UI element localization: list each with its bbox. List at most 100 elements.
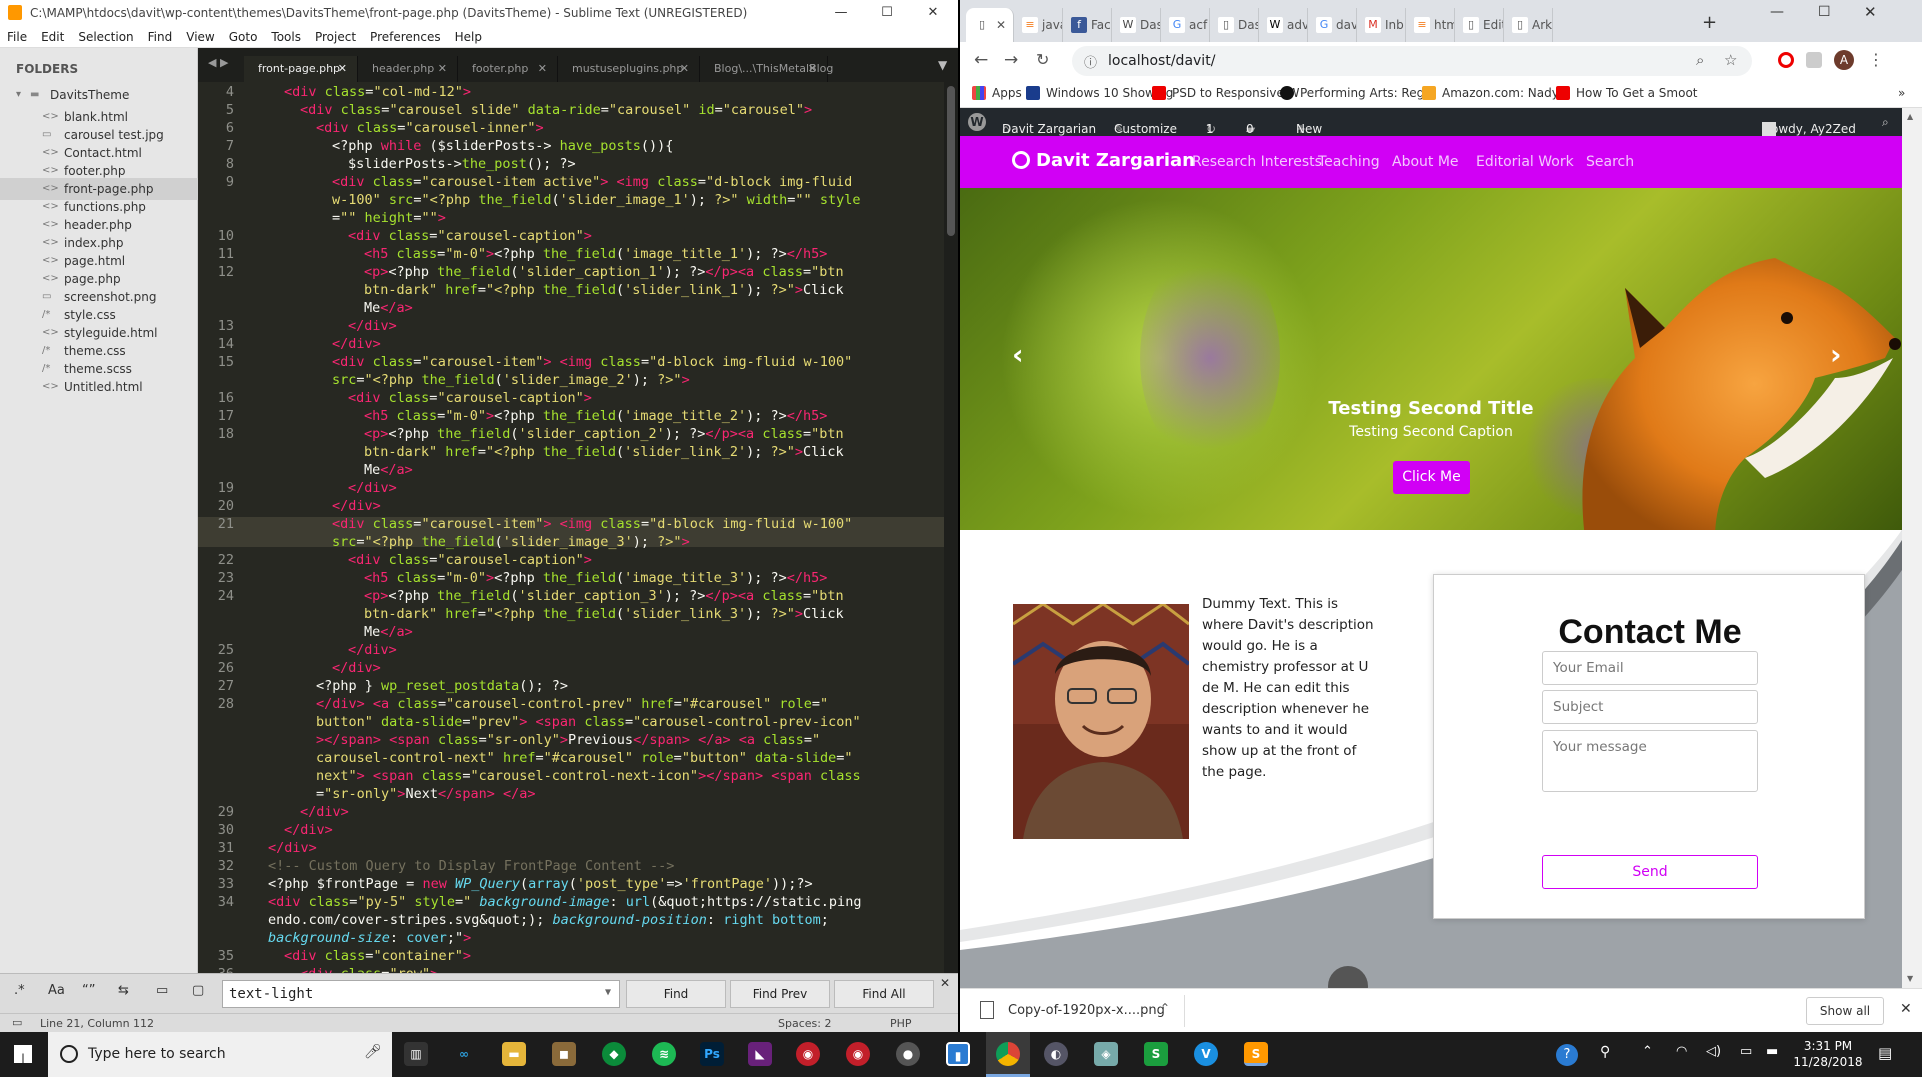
nav-research-interests[interactable]: Research Interests bbox=[1192, 154, 1322, 170]
task-view-icon[interactable]: ▥ bbox=[404, 1042, 428, 1066]
browser-tab[interactable]: f Face bbox=[1063, 8, 1112, 42]
regex-toggle-icon[interactable]: .* bbox=[14, 983, 25, 998]
new-tab-icon[interactable]: + bbox=[1702, 12, 1717, 33]
minimize-button[interactable]: — bbox=[1770, 4, 1784, 20]
close-button[interactable]: ✕ bbox=[1864, 3, 1877, 21]
menu-help[interactable]: Help bbox=[448, 26, 489, 48]
zoom-search-icon[interactable]: ⌕ bbox=[1696, 51, 1704, 69]
editor-scrollbar[interactable] bbox=[944, 82, 958, 973]
back-icon[interactable]: ← bbox=[974, 50, 988, 70]
search-icon[interactable]: ⌕ bbox=[1882, 115, 1889, 130]
close-icon[interactable]: ✕ bbox=[538, 56, 547, 82]
wordpress-icon[interactable]: W bbox=[968, 113, 986, 131]
extension-icon[interactable] bbox=[1806, 52, 1822, 68]
tray-chevron-icon[interactable]: ⌃ bbox=[1642, 1044, 1653, 1059]
wifi-icon[interactable]: ◠ bbox=[1676, 1044, 1687, 1059]
find-all-button[interactable]: Find All bbox=[834, 980, 934, 1008]
app-icon[interactable]: ▮ bbox=[946, 1042, 970, 1066]
site-brand[interactable]: Davit Zargarian bbox=[1012, 150, 1195, 171]
menu-file[interactable]: File bbox=[0, 26, 34, 48]
bookmark-star-icon[interactable]: ☆ bbox=[1724, 51, 1737, 69]
tab-front-page[interactable]: front-page.php ✕ bbox=[244, 56, 358, 82]
app-icon[interactable]: ◉ bbox=[846, 1042, 870, 1066]
address-bar[interactable]: ⓘ localhost/davit/ ⌕ ☆ bbox=[1072, 46, 1752, 76]
app-icon[interactable]: ◼ bbox=[552, 1042, 576, 1066]
help-icon[interactable]: ? bbox=[1556, 1044, 1578, 1066]
tab-header[interactable]: header.php ✕ bbox=[358, 56, 458, 82]
tab-dropdown-icon[interactable]: ▼ bbox=[938, 58, 947, 72]
page-scrollbar[interactable]: ▲ ▼ bbox=[1902, 108, 1922, 988]
close-icon[interactable]: ✕ bbox=[438, 56, 447, 82]
taskbar-search[interactable]: Type here to search 🎤︎ bbox=[48, 1032, 392, 1077]
browser-tab[interactable]: ▯ Ark bbox=[1504, 8, 1553, 42]
file-explorer-icon[interactable]: ▬ bbox=[502, 1042, 526, 1066]
carousel-prev-icon[interactable]: ‹ bbox=[1012, 338, 1024, 371]
wrap-toggle-icon[interactable]: ⇆ bbox=[118, 983, 129, 998]
nav-editorial-work[interactable]: Editorial Work bbox=[1476, 154, 1574, 170]
highlight-toggle-icon[interactable]: ▢ bbox=[192, 983, 204, 998]
menu-selection[interactable]: Selection bbox=[71, 26, 140, 48]
menu-kebab-icon[interactable]: ⋮ bbox=[1868, 50, 1884, 69]
maximize-button[interactable]: ☐ bbox=[1818, 4, 1831, 20]
chrome-taskbar-active[interactable] bbox=[986, 1032, 1030, 1077]
browser-tab[interactable]: ▯ Das bbox=[1210, 8, 1259, 42]
menu-goto[interactable]: Goto bbox=[222, 26, 265, 48]
browser-tab[interactable]: ▯ Edit bbox=[1455, 8, 1504, 42]
browser-tab[interactable]: ≡ htm bbox=[1406, 8, 1455, 42]
system-clock[interactable]: 3:31 PM 11/28/2018 bbox=[1790, 1038, 1866, 1070]
app-icon[interactable]: ◉ bbox=[796, 1042, 820, 1066]
app-icon[interactable]: S bbox=[1144, 1042, 1168, 1066]
tab-scroll-arrows-icon[interactable]: ◀ ▶ bbox=[208, 56, 228, 69]
bookmark-item[interactable]: How To Get a Smoot bbox=[1556, 86, 1698, 100]
bookmark-item[interactable]: Performing Arts: Reg bbox=[1280, 86, 1424, 100]
download-filename[interactable]: Copy-of-1920px-x....png bbox=[1008, 1003, 1165, 1018]
close-find-icon[interactable]: ✕ bbox=[940, 976, 950, 990]
sublime-taskbar-icon[interactable]: S bbox=[1244, 1042, 1268, 1066]
reload-icon[interactable]: ↻ bbox=[1036, 50, 1049, 69]
info-icon[interactable]: ⓘ bbox=[1084, 52, 1097, 71]
close-icon[interactable]: ✕ bbox=[338, 56, 347, 82]
subject-field[interactable]: Subject bbox=[1542, 690, 1758, 724]
microphone-icon[interactable]: 🎤︎ bbox=[364, 1044, 382, 1060]
browser-tab[interactable]: M Inb bbox=[1357, 8, 1406, 42]
menu-preferences[interactable]: Preferences bbox=[363, 26, 448, 48]
find-prev-button[interactable]: Find Prev bbox=[730, 980, 830, 1008]
close-icon[interactable]: ✕ bbox=[996, 18, 1006, 32]
battery-icon[interactable]: ▬ bbox=[1766, 1044, 1778, 1059]
code-editor[interactable]: 4 <div class="col-md-12"> 5 <div class="ca… bbox=[198, 82, 958, 973]
browser-tab[interactable]: ≡ java bbox=[1014, 8, 1063, 42]
forward-icon[interactable]: → bbox=[1004, 50, 1018, 70]
carousel-next-icon[interactable]: › bbox=[1830, 338, 1842, 371]
close-icon[interactable]: ✕ bbox=[808, 56, 817, 82]
profile-avatar[interactable]: A bbox=[1834, 50, 1854, 70]
browser-tab[interactable]: Gdav bbox=[1308, 8, 1357, 42]
find-button[interactable]: Find bbox=[626, 980, 726, 1008]
syntax-setting[interactable]: PHP bbox=[890, 1017, 912, 1030]
tab-blog[interactable]: Blog\...\ThisMetalBlog ✕ bbox=[700, 56, 833, 82]
tab-footer[interactable]: footer.php ✕ bbox=[458, 56, 558, 82]
photoshop-icon[interactable]: Ps bbox=[700, 1042, 724, 1066]
spotify-icon[interactable]: ≋ bbox=[652, 1042, 676, 1066]
menu-edit[interactable]: Edit bbox=[34, 26, 71, 48]
close-icon[interactable]: ✕ bbox=[680, 56, 689, 82]
close-button[interactable]: ✕ bbox=[910, 0, 956, 26]
browser-tab[interactable]: W Das bbox=[1112, 8, 1161, 42]
find-input[interactable]: text-light ▼ bbox=[222, 980, 620, 1008]
in-selection-toggle-icon[interactable]: ▭ bbox=[156, 983, 168, 998]
email-field[interactable]: Your Email bbox=[1542, 651, 1758, 685]
menu-tools[interactable]: Tools bbox=[264, 26, 308, 48]
case-toggle-icon[interactable]: Aa bbox=[48, 983, 65, 998]
notifications-icon[interactable]: ▤ bbox=[1878, 1044, 1892, 1062]
indentation-setting[interactable]: Spaces: 2 bbox=[778, 1017, 831, 1030]
send-button[interactable]: Send bbox=[1542, 855, 1758, 889]
arduino-icon[interactable]: ∞ bbox=[452, 1042, 476, 1066]
nav-about-me[interactable]: About Me bbox=[1392, 154, 1459, 170]
menu-view[interactable]: View bbox=[179, 26, 221, 48]
browser-tab[interactable]: ▯ ✕ bbox=[966, 8, 1014, 42]
tab-mustuseplugins[interactable]: mustuseplugins.php ✕ bbox=[558, 56, 700, 82]
bookmark-item[interactable]: Amazon.com: Nady L bbox=[1422, 86, 1569, 100]
browser-tab[interactable]: Gacf bbox=[1161, 8, 1210, 42]
bookmarks-overflow-icon[interactable]: » bbox=[1898, 86, 1905, 100]
app-icon[interactable]: V bbox=[1194, 1042, 1218, 1066]
people-icon[interactable]: ⚲ bbox=[1600, 1044, 1610, 1060]
